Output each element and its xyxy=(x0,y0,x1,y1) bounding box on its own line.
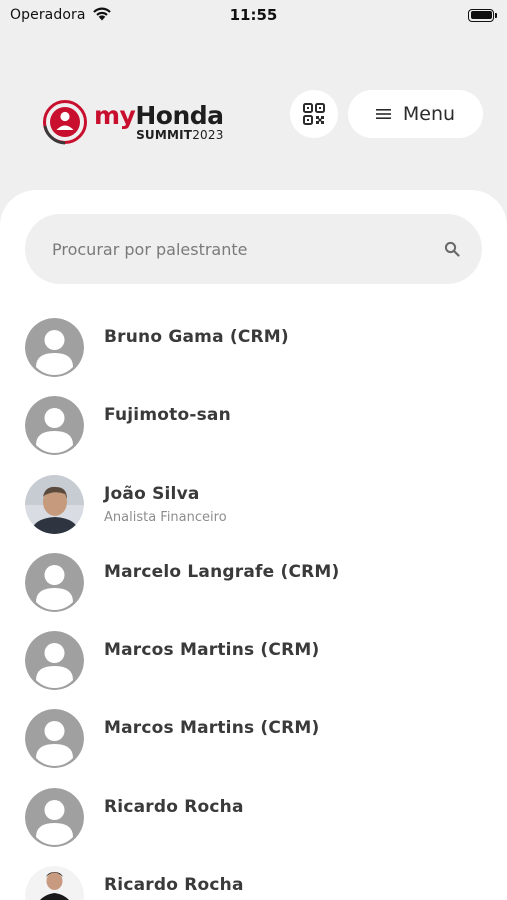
honda-person-logo-icon xyxy=(43,100,87,145)
search-input[interactable] xyxy=(52,239,432,259)
speaker-row[interactable]: Fujimoto-san xyxy=(0,396,507,474)
speaker-row[interactable]: Bruno Gama (CRM) xyxy=(0,318,507,396)
speaker-name: João Silva xyxy=(104,483,200,504)
logo-honda-text: Honda xyxy=(135,101,224,130)
qr-code-button[interactable] xyxy=(290,90,338,138)
app-header: myHonda SUMMIT2023 Menu xyxy=(0,85,507,155)
speaker-row[interactable]: Ricardo Rocha xyxy=(0,787,507,866)
hamburger-icon xyxy=(375,109,391,119)
speaker-list: Bruno Gama (CRM) Fujimoto-san João Silva… xyxy=(0,318,507,900)
speaker-name: Ricardo Rocha xyxy=(104,875,244,896)
speakers-panel: Bruno Gama (CRM) Fujimoto-san xyxy=(0,190,507,900)
wifi-icon xyxy=(92,6,112,25)
avatar-placeholder xyxy=(25,709,84,769)
logo-my-text: my xyxy=(94,101,136,130)
status-bar: Operadora 11:55 xyxy=(0,0,507,30)
logo-year-text: 2023 xyxy=(192,128,224,142)
avatar-placeholder xyxy=(25,631,84,691)
avatar-photo xyxy=(25,474,84,534)
qr-code-icon xyxy=(303,103,325,125)
avatar-placeholder xyxy=(25,318,84,377)
menu-button[interactable]: Menu xyxy=(348,90,483,138)
speaker-name: Marcos Martins (CRM) xyxy=(104,640,320,661)
search-icon[interactable] xyxy=(444,241,460,257)
speaker-row[interactable]: João Silva Analista Financeiro xyxy=(0,474,507,553)
avatar-placeholder xyxy=(25,787,84,847)
status-left: Operadora xyxy=(10,6,112,25)
speaker-name: Bruno Gama (CRM) xyxy=(104,327,289,347)
speaker-name: Marcos Martins (CRM) xyxy=(104,718,320,739)
speaker-name: Ricardo Rocha xyxy=(104,796,244,817)
speaker-row[interactable]: Ricardo Rocha xyxy=(0,866,507,900)
logo-summit-text: SUMMIT xyxy=(136,128,193,142)
speaker-row[interactable]: Marcos Martins (CRM) xyxy=(0,631,507,709)
speaker-name: Fujimoto-san xyxy=(104,405,231,426)
speaker-name: Marcelo Langrafe (CRM) xyxy=(104,561,340,582)
avatar-placeholder xyxy=(25,396,84,456)
avatar-photo xyxy=(25,866,84,900)
menu-label: Menu xyxy=(402,103,456,125)
speaker-row[interactable]: Marcelo Langrafe (CRM) xyxy=(0,552,507,631)
myhonda-summit-logo: myHonda SUMMIT2023 xyxy=(42,99,224,145)
avatar-placeholder xyxy=(25,552,84,612)
search-bar[interactable] xyxy=(25,214,482,284)
speaker-role: Analista Financeiro xyxy=(104,509,227,525)
speaker-row[interactable]: Marcos Martins (CRM) xyxy=(0,709,507,787)
carrier-label: Operadora xyxy=(10,7,86,23)
battery-icon xyxy=(468,8,497,22)
